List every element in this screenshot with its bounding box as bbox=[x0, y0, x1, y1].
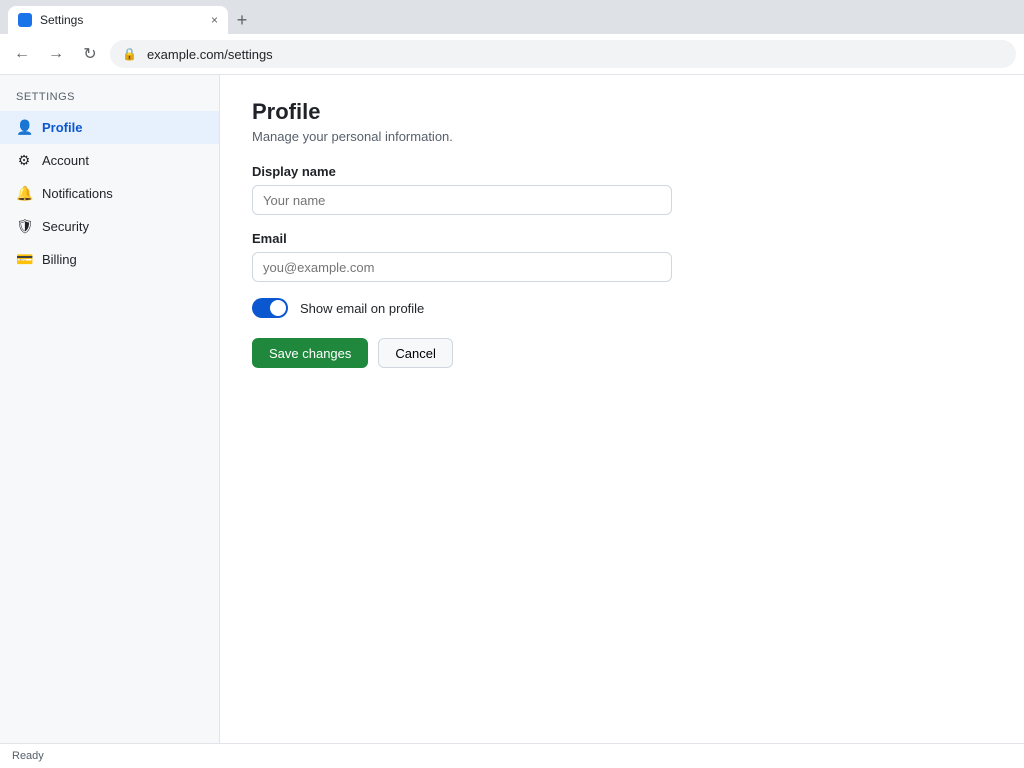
save-button[interactable]: Save changes bbox=[252, 338, 369, 368]
email-field-group: Email bbox=[252, 231, 992, 282]
browser-toolbar: ← → ↻ 🔒 bbox=[0, 34, 1024, 75]
status-bar: Ready bbox=[0, 743, 1024, 768]
bell-icon: 🔔 bbox=[16, 185, 34, 201]
close-icon[interactable]: × bbox=[211, 13, 218, 27]
sidebar-heading: Settings bbox=[16, 91, 76, 103]
email-input[interactable] bbox=[252, 252, 672, 282]
name-field-group: Display name bbox=[252, 164, 992, 215]
main-panel: Profile Manage your personal information… bbox=[220, 75, 1024, 743]
sidebar-item-notifications[interactable]: 🔔 Notifications bbox=[0, 177, 219, 210]
back-button[interactable]: ← bbox=[8, 40, 36, 68]
url-input[interactable] bbox=[144, 45, 1004, 63]
page-subtitle: Manage your personal information. bbox=[252, 129, 453, 144]
favicon-icon bbox=[18, 13, 32, 27]
toggle-label: Show email on profile bbox=[300, 300, 425, 316]
sidebar-item-billing[interactable]: 💳 Billing bbox=[0, 243, 219, 276]
email-label: Email bbox=[252, 231, 287, 246]
gear-icon: ⚙ bbox=[17, 152, 31, 168]
new-tab-button[interactable]: + bbox=[228, 6, 256, 34]
card-icon: 💳 bbox=[16, 251, 34, 267]
browser-window: Settings × + ← → ↻ 🔒 Settings 👤 Profile … bbox=[0, 0, 1024, 768]
tab-title: Settings bbox=[40, 13, 84, 27]
forward-button[interactable]: → bbox=[42, 40, 70, 68]
email-visibility-toggle[interactable] bbox=[252, 298, 288, 318]
shield-icon: 🛡 bbox=[16, 218, 34, 234]
tab-bar: Settings × + bbox=[0, 0, 1024, 34]
name-input[interactable] bbox=[252, 185, 672, 215]
lock-icon: 🔒 bbox=[122, 47, 137, 61]
name-label: Display name bbox=[252, 164, 336, 179]
sidebar-item-label: Billing bbox=[42, 252, 77, 267]
form-actions: Save changes Cancel bbox=[252, 338, 992, 368]
person-icon: 👤 bbox=[16, 119, 34, 135]
page-title: Profile bbox=[252, 99, 321, 124]
sidebar-item-account[interactable]: ⚙ Account bbox=[0, 144, 219, 177]
address-bar[interactable]: 🔒 bbox=[110, 40, 1016, 68]
sidebar-item-security[interactable]: 🛡 Security bbox=[0, 210, 219, 243]
cancel-button[interactable]: Cancel bbox=[378, 338, 453, 368]
sidebar-item-label: Account bbox=[42, 153, 89, 168]
reload-button[interactable]: ↻ bbox=[76, 40, 104, 68]
browser-tab[interactable]: Settings × bbox=[8, 6, 228, 34]
sidebar-item-profile[interactable]: 👤 Profile bbox=[0, 111, 219, 144]
page-content: Settings 👤 Profile ⚙ Account 🔔 Notificat… bbox=[0, 75, 1024, 743]
email-visibility-row: Show email on profile bbox=[252, 298, 992, 318]
sidebar-item-label: Profile bbox=[42, 120, 83, 135]
sidebar-item-label: Security bbox=[42, 219, 89, 234]
sidebar: Settings 👤 Profile ⚙ Account 🔔 Notificat… bbox=[0, 75, 220, 743]
status-text: Ready bbox=[12, 750, 44, 762]
sidebar-item-label: Notifications bbox=[42, 186, 113, 201]
